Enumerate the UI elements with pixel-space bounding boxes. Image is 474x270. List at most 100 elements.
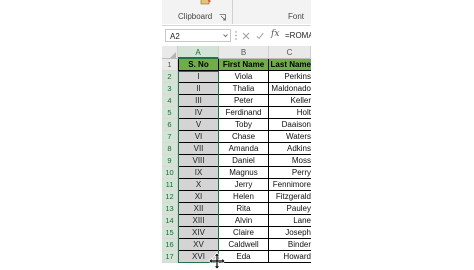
table-header-row: 1 S. No First Name Last Name (162, 59, 311, 71)
cell-last-name[interactable]: Daaison (269, 119, 311, 131)
cell-first-name[interactable]: Ferdinand (219, 107, 269, 119)
table-row: 15 XIV Claire Joseph (162, 227, 311, 239)
cell-first-name[interactable]: Amanda (219, 143, 269, 155)
cell-last-name[interactable]: Binder (269, 239, 311, 251)
row-number[interactable]: 8 (162, 143, 178, 155)
row-number[interactable]: 10 (162, 167, 178, 179)
row-number[interactable]: 12 (162, 191, 178, 203)
cell-first-name[interactable]: Rita (219, 203, 269, 215)
header-cell-last-name[interactable]: Last Name (269, 59, 311, 71)
select-all-icon (170, 52, 176, 58)
table-row: 2 I Viola Perkins (162, 71, 311, 83)
row-number[interactable]: 4 (162, 95, 178, 107)
cell-last-name[interactable]: Moss (269, 155, 311, 167)
cell-last-name[interactable]: Maldonado (269, 83, 311, 95)
cell-first-name[interactable]: Magnus (219, 167, 269, 179)
table-row: 13 XII Rita Pauley (162, 203, 311, 215)
insert-function-button[interactable]: fx (271, 29, 279, 39)
cell-sno[interactable]: XII (178, 203, 219, 215)
cell-sno[interactable]: III (178, 95, 219, 107)
cell-first-name[interactable]: Caldwell (219, 239, 269, 251)
cell-first-name[interactable]: Viola (219, 71, 269, 83)
move-cursor-icon (208, 252, 226, 270)
row-number[interactable]: 14 (162, 215, 178, 227)
table-row: 12 XI Helen Fitzgerald (162, 191, 311, 203)
left-background (0, 0, 162, 266)
cell-sno[interactable]: XV (178, 239, 219, 251)
table-row: 8 VII Amanda Adkins (162, 143, 311, 155)
excel-window: Clipboard Font A2 fx =ROMAN(ROW()-1) (162, 0, 311, 266)
cell-last-name[interactable]: Adkins (269, 143, 311, 155)
cell-last-name[interactable]: Joseph (269, 227, 311, 239)
chevron-down-icon[interactable] (223, 33, 228, 38)
table-row: 5 IV Ferdinand Holt (162, 107, 311, 119)
cell-sno[interactable]: X (178, 179, 219, 191)
select-all-corner[interactable] (162, 46, 178, 59)
table-row: 3 II Thalia Maldonado (162, 83, 311, 95)
cell-last-name[interactable]: Lane (269, 215, 311, 227)
row-number[interactable]: 3 (162, 83, 178, 95)
header-cell-sno[interactable]: S. No (178, 59, 219, 71)
more-options-icon[interactable] (234, 30, 238, 41)
row-number[interactable]: 13 (162, 203, 178, 215)
row-number[interactable]: 7 (162, 131, 178, 143)
table-row: 14 XIII Alvin Lane (162, 215, 311, 227)
ribbon-separator (232, 0, 233, 24)
row-number[interactable]: 9 (162, 155, 178, 167)
cell-last-name[interactable]: Perkins (269, 71, 311, 83)
cell-sno[interactable]: XIV (178, 227, 219, 239)
column-header-a[interactable]: A (178, 46, 219, 59)
cell-first-name[interactable]: Claire (219, 227, 269, 239)
right-background (311, 0, 474, 266)
table-row: 4 III Peter Keller (162, 95, 311, 107)
row-number[interactable]: 17 (162, 251, 178, 263)
table-row: 10 IX Magnus Perry (162, 167, 311, 179)
cell-sno[interactable]: II (178, 83, 219, 95)
row-number[interactable]: 16 (162, 239, 178, 251)
cell-first-name[interactable]: Toby (219, 119, 269, 131)
column-header-c[interactable]: C (269, 46, 311, 59)
cell-first-name[interactable]: Alvin (219, 215, 269, 227)
cancel-icon[interactable] (242, 32, 250, 40)
row-number[interactable]: 6 (162, 119, 178, 131)
cell-first-name[interactable]: Eda (219, 251, 269, 263)
cell-first-name[interactable]: Jerry (219, 179, 269, 191)
cell-sno[interactable]: V (178, 119, 219, 131)
cell-sno[interactable]: IV (178, 107, 219, 119)
cell-first-name[interactable]: Helen (219, 191, 269, 203)
cell-sno[interactable]: VII (178, 143, 219, 155)
name-box[interactable]: A2 (165, 29, 231, 42)
cell-sno[interactable]: I (178, 71, 219, 83)
cell-sno[interactable]: VI (178, 131, 219, 143)
column-header-b[interactable]: B (219, 46, 269, 59)
enter-check-icon[interactable] (256, 32, 264, 40)
cell-last-name[interactable]: Howard (269, 251, 311, 263)
cell-last-name[interactable]: Waters (269, 131, 311, 143)
cell-first-name[interactable]: Thalia (219, 83, 269, 95)
row-number[interactable]: 2 (162, 71, 178, 83)
cell-last-name[interactable]: Keller (269, 95, 311, 107)
dialog-launcher-icon[interactable] (219, 14, 226, 21)
paste-icon[interactable] (200, 0, 212, 5)
row-number[interactable]: 1 (162, 59, 178, 71)
row-number[interactable]: 11 (162, 179, 178, 191)
row-number[interactable]: 15 (162, 227, 178, 239)
row-number[interactable]: 5 (162, 107, 178, 119)
cell-last-name[interactable]: Holt (269, 107, 311, 119)
cell-first-name[interactable]: Peter (219, 95, 269, 107)
cell-last-name[interactable]: Pauley (269, 203, 311, 215)
cell-sno[interactable]: XI (178, 191, 219, 203)
table-row: 17 XVI Eda Howard (162, 251, 311, 263)
cell-last-name[interactable]: Perry (269, 167, 311, 179)
header-cell-first-name[interactable]: First Name (219, 59, 269, 71)
cell-sno[interactable]: XIII (178, 215, 219, 227)
cell-last-name[interactable]: Fitzgerald (269, 191, 311, 203)
ribbon: Clipboard Font (162, 0, 311, 24)
cell-sno[interactable]: VIII (178, 155, 219, 167)
cell-sno[interactable]: IX (178, 167, 219, 179)
table-row: 16 XV Caldwell Binder (162, 239, 311, 251)
formula-input[interactable]: =ROMAN(ROW()-1) (285, 31, 311, 40)
cell-first-name[interactable]: Daniel (219, 155, 269, 167)
cell-first-name[interactable]: Chase (219, 131, 269, 143)
cell-last-name[interactable]: Fennimore (269, 179, 311, 191)
